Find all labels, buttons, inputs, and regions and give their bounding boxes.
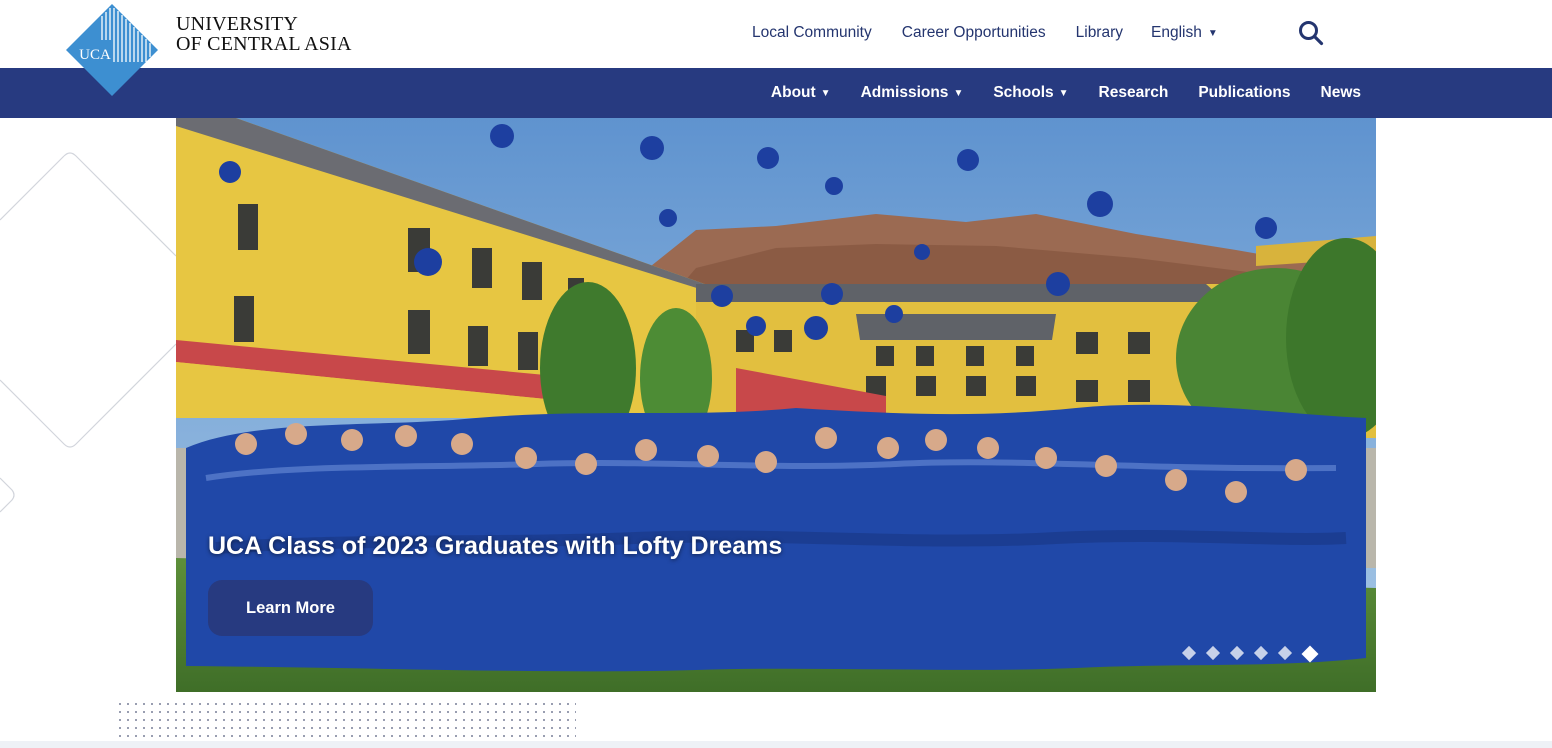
career-opportunities-link[interactable]: Career Opportunities (902, 24, 1046, 42)
search-icon[interactable] (1298, 20, 1324, 46)
slider-pagination (1181, 645, 1319, 663)
nav-news[interactable]: News (1321, 84, 1362, 102)
hero-title: UCA Class of 2023 Graduates with Lofty D… (208, 532, 783, 560)
slide-dot-1[interactable] (1181, 645, 1197, 661)
nav-publications[interactable]: Publications (1198, 84, 1290, 102)
chevron-down-icon: ▼ (1058, 87, 1069, 99)
chevron-down-icon: ▼ (820, 87, 831, 99)
nav-news-label: News (1320, 84, 1362, 101)
logo-wordmark: UNIVERSITY OF CENTRAL ASIA (176, 14, 352, 54)
hero-slider: UCA Class of 2023 Graduates with Lofty D… (176, 118, 1376, 692)
local-community-link[interactable]: Local Community (752, 24, 872, 42)
chevron-down-icon: ▼ (1207, 27, 1218, 39)
section-divider (0, 741, 1552, 748)
logo-line-2: OF CENTRAL ASIA (176, 33, 352, 55)
slide-dot-5[interactable] (1277, 645, 1293, 661)
logo-line-1: UNIVERSITY (176, 13, 298, 35)
learn-more-button[interactable]: Learn More (208, 580, 373, 636)
chevron-down-icon: ▼ (953, 87, 964, 99)
nav-about[interactable]: About ▼ (771, 84, 831, 102)
nav-admissions-label: Admissions (860, 84, 949, 101)
nav-research-label: Research (1098, 84, 1169, 101)
uca-logo[interactable]: UCA UNIVERSITY OF CENTRAL ASIA (64, 0, 364, 96)
utility-nav: Local Community Career Opportunities Lib… (752, 22, 1218, 44)
slide-dot-4[interactable] (1253, 645, 1269, 661)
language-selector[interactable]: English ▼ (1151, 24, 1218, 42)
uca-logo-icon: UCA (66, 4, 158, 96)
logo-mark-text: UCA (79, 47, 111, 63)
slide-dot-2[interactable] (1205, 645, 1221, 661)
site-header: UCA UNIVERSITY OF CENTRAL ASIA Local Com… (0, 0, 1552, 96)
nav-admissions[interactable]: Admissions ▼ (861, 84, 964, 102)
nav-about-label: About (770, 84, 816, 101)
nav-research[interactable]: Research (1099, 84, 1169, 102)
main-nav-items: About ▼ Admissions ▼ Schools ▼ Research … (771, 68, 1361, 118)
slide-dot-6-active[interactable] (1301, 645, 1319, 663)
nav-schools-label: Schools (993, 84, 1054, 101)
language-label: English (1151, 24, 1202, 41)
nav-schools[interactable]: Schools ▼ (993, 84, 1068, 102)
nav-publications-label: Publications (1198, 84, 1291, 101)
library-link[interactable]: Library (1076, 24, 1123, 42)
decorative-dot-pattern (116, 700, 576, 744)
slide-dot-3[interactable] (1229, 645, 1245, 661)
decorative-diamonds (0, 152, 176, 513)
